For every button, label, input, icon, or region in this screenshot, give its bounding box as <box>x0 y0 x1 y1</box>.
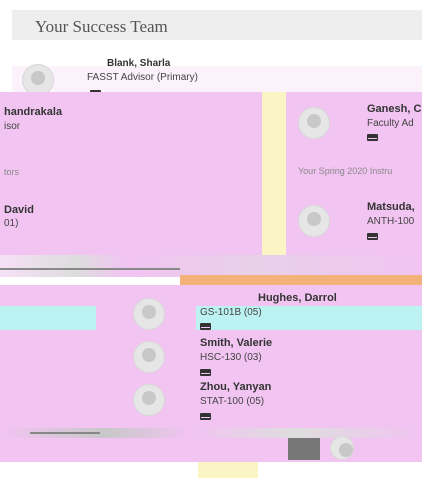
mail-icon[interactable] <box>367 134 378 141</box>
bottom-strip <box>198 462 258 478</box>
left-advisor-panel <box>0 92 262 267</box>
right-section-label: Your Spring 2020 Instru <box>298 166 393 176</box>
advisor-role: FASST Advisor (Primary) <box>87 72 198 83</box>
instructor-course: GS-101B (05) <box>200 307 262 318</box>
avatar-icon <box>330 436 354 460</box>
glitch-band <box>0 255 422 277</box>
instructor-name[interactable]: Zhou, Yanyan <box>200 381 271 393</box>
mail-icon[interactable] <box>200 413 211 420</box>
right-advisor-role: Faculty Ad <box>367 118 414 129</box>
highlight-bar <box>0 306 96 330</box>
glitch-block <box>288 438 320 460</box>
glitch-line <box>30 432 100 434</box>
mail-icon[interactable] <box>200 369 211 376</box>
right-advisor-name[interactable]: Ganesh, C <box>367 103 421 115</box>
orange-strip <box>180 275 422 285</box>
advisor-name[interactable]: Blank, Sharla <box>107 58 170 69</box>
instructor-name[interactable]: Smith, Valerie <box>200 337 272 349</box>
success-team-header: Your Success Team <box>12 10 422 40</box>
right-instructor-course: ANTH-100 <box>367 216 415 227</box>
avatar-icon <box>298 107 330 139</box>
avatar-icon <box>133 341 165 373</box>
mail-icon[interactable] <box>367 233 378 240</box>
left-instructor-course: 01) <box>4 218 19 229</box>
instructor-course: STAT-100 (05) <box>200 396 265 407</box>
left-instructor-name[interactable]: David <box>4 204 34 216</box>
instructor-name[interactable]: Hughes, Darrol <box>258 292 337 304</box>
left-advisor-name[interactable]: handrakala <box>4 106 62 118</box>
avatar-icon <box>298 205 330 237</box>
mail-icon[interactable] <box>200 323 211 330</box>
glitch-line <box>0 268 180 270</box>
instructor-course: HSC-130 (03) <box>200 352 262 363</box>
right-instructor-name[interactable]: Matsuda, <box>367 201 415 213</box>
bottom-panel <box>0 438 422 462</box>
left-advisor-role: isor <box>4 121 21 132</box>
success-team-title: Your Success Team <box>35 17 168 36</box>
avatar-icon <box>133 384 165 416</box>
panel-divider <box>262 92 286 267</box>
left-section-label: tors <box>4 167 20 177</box>
avatar-icon <box>133 298 165 330</box>
top-advisor-row: Blank, Sharla FASST Advisor (Primary) <box>12 58 422 97</box>
